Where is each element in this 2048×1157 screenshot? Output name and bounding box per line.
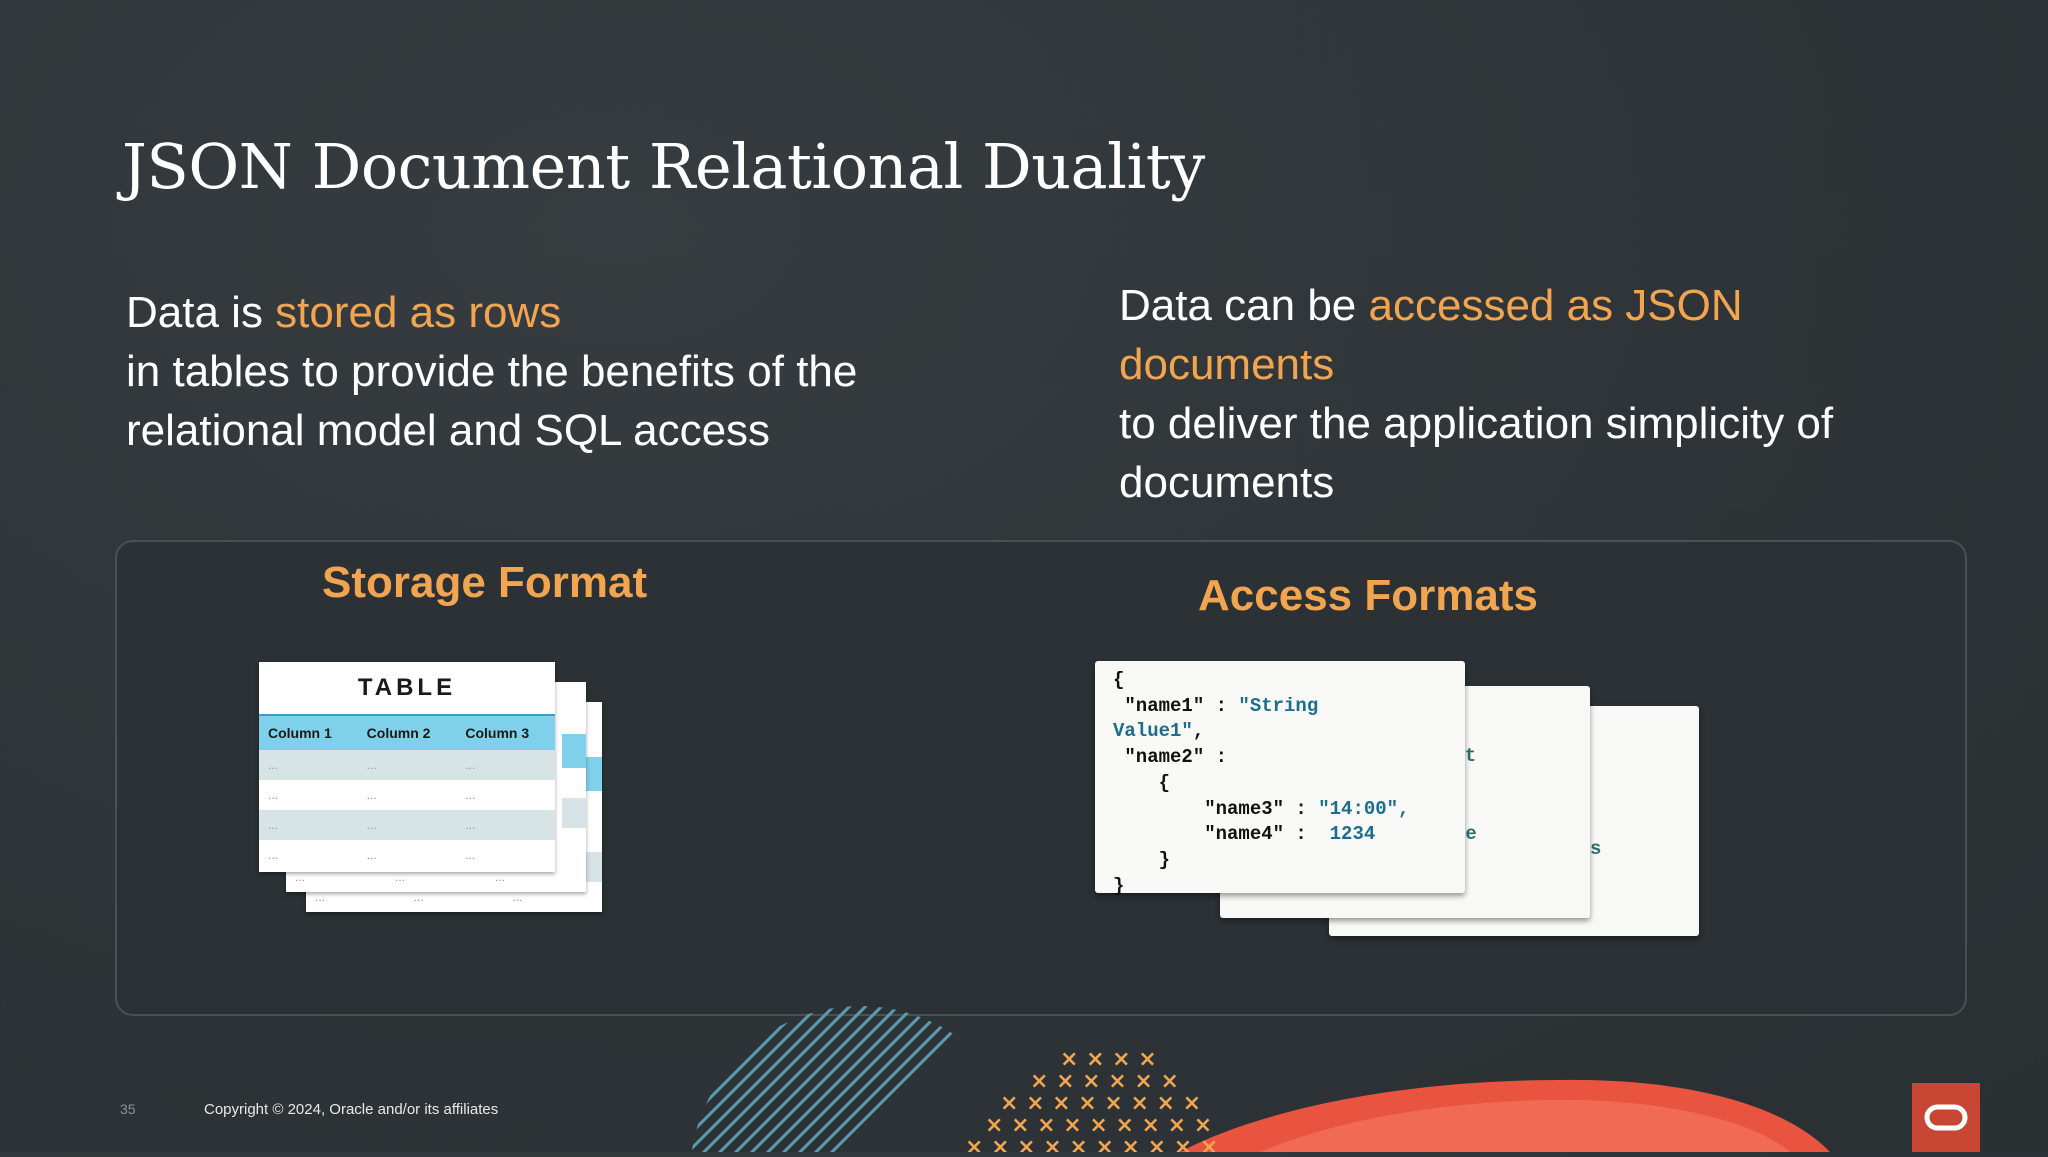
storage-intro: Data is: [126, 288, 276, 337]
json-brace: {: [1113, 669, 1125, 691]
page-number: 35: [120, 1101, 136, 1117]
json-peek-text: s: [1590, 838, 1602, 860]
access-description: Data can be accessed as JSON documents t…: [1119, 276, 1939, 512]
decorative-artwork: × × × × × × × × × × × × × × × × × × × × …: [690, 1006, 1830, 1152]
json-string: "14:00",: [1318, 797, 1410, 820]
column-header: Column 3: [465, 725, 530, 741]
table-row: ... ... ...: [259, 810, 555, 840]
table-cell: ...: [268, 758, 279, 772]
table-cell: ...: [366, 758, 377, 772]
json-brace: }: [1113, 848, 1171, 871]
table-row: ... ... ...: [259, 840, 555, 870]
orange-x-pattern: × × × × × × × × × × × × × × × × × × × × …: [965, 1047, 1218, 1152]
json-code: { "name1" : "String Value1", "name2" : {…: [1113, 668, 1409, 899]
copyright-text: Copyright © 2024, Oracle and/or its affi…: [204, 1101, 499, 1118]
table-cell: ...: [366, 818, 377, 832]
table-cell: ...: [512, 890, 523, 904]
column-header: Column 2: [366, 725, 431, 741]
json-key: "name4" :: [1113, 823, 1330, 846]
column-header: Column 1: [268, 725, 332, 741]
table-row: ... ... ...: [259, 750, 555, 780]
json-brace: {: [1113, 771, 1171, 794]
slide-title: JSON Document Relational Duality: [122, 130, 1205, 203]
access-line-3: to deliver the application simplicity of: [1119, 399, 1834, 448]
diagonal-stripes: [690, 1006, 986, 1152]
json-key: "name2" :: [1113, 746, 1228, 769]
json-key: "name3" :: [1113, 797, 1319, 820]
table-cell: ...: [465, 848, 476, 862]
json-brace: }: [1113, 874, 1125, 897]
access-line-4: documents: [1119, 458, 1335, 507]
table-cell: ...: [295, 870, 306, 884]
access-intro: Data can be: [1119, 281, 1369, 330]
table-cell: ...: [268, 818, 279, 832]
table-title: TABLE: [357, 674, 457, 701]
json-comma: ,: [1192, 720, 1205, 743]
table-cell: ...: [465, 818, 476, 832]
table-header-strip: [584, 757, 602, 791]
table-row: ... ... ...: [259, 780, 555, 810]
table-row-strip: [562, 798, 586, 828]
table-row-strip: [584, 852, 602, 882]
svg-text:× × × × × × × × × ×: × × × × × × × × × ×: [965, 1135, 1218, 1152]
table-header-strip: [562, 734, 586, 768]
json-string: Value1": [1113, 720, 1193, 743]
storage-line-3: relational model and SQL access: [126, 406, 771, 455]
table-cell: ...: [465, 788, 476, 802]
storage-format-title: Storage Format: [322, 558, 648, 607]
storage-highlight: stored as rows: [275, 288, 562, 337]
json-key: "name1" :: [1113, 694, 1239, 717]
storage-line-2: in tables to provide the benefits of the: [126, 347, 858, 396]
table-cell: ...: [268, 788, 279, 802]
table-cell: ...: [413, 890, 424, 904]
oracle-logo-icon: [1912, 1083, 1980, 1152]
table-header-row: Column 1 Column 2 Column 3: [259, 714, 555, 750]
access-highlight-1: accessed as JSON: [1368, 281, 1743, 330]
storage-description: Data is stored as rows in tables to prov…: [126, 283, 946, 460]
table-cell: ...: [495, 870, 506, 884]
table-cell: ...: [366, 848, 377, 862]
json-number: 1234: [1329, 823, 1376, 846]
table-cell: ...: [315, 890, 326, 904]
json-string: "String: [1238, 694, 1319, 717]
table-cell: ...: [465, 758, 476, 772]
table-cell: ...: [268, 848, 279, 862]
access-highlight-2: documents: [1119, 340, 1335, 389]
table-cell: ...: [366, 788, 377, 802]
json-document-card: { "name1" : "String Value1", "name2" : {…: [1095, 661, 1465, 897]
table-cell: ...: [395, 870, 406, 884]
table-card: TABLE Column 1 Column 2 Column 3 ... ...…: [259, 662, 555, 872]
access-formats-title: Access Formats: [1198, 571, 1538, 620]
